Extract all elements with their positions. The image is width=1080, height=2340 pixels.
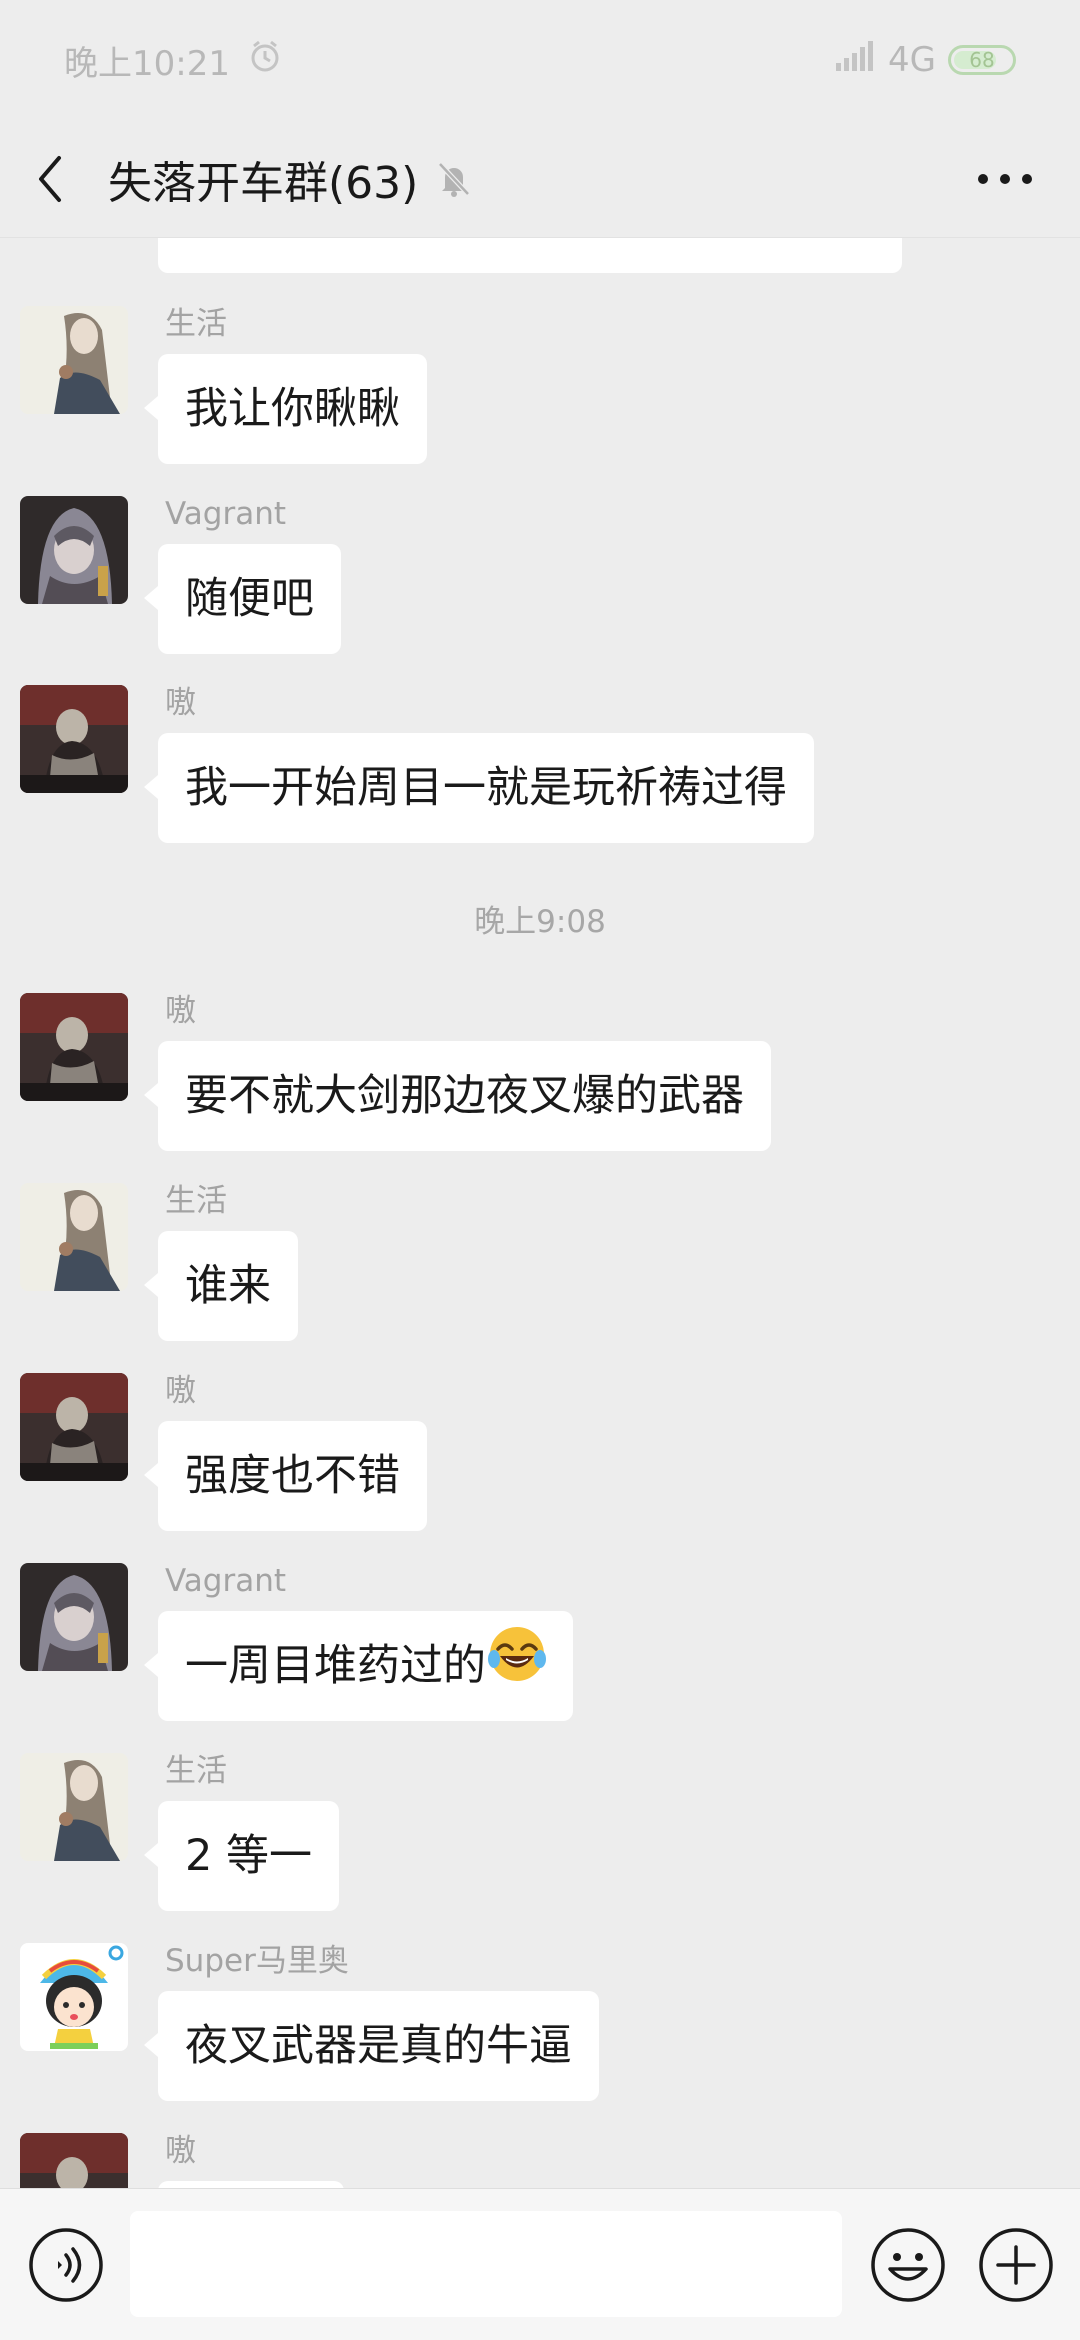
anime-girl-avatar[interactable] <box>20 1753 128 1861</box>
message-text: 强度也不错 <box>185 1451 400 1501</box>
sender-name: 生活 <box>165 1753 227 1789</box>
sender-name: Super马里奥 <box>165 1943 349 1979</box>
anime-girl-avatar[interactable] <box>20 306 128 414</box>
status-left: 晚上10:21 <box>64 36 282 85</box>
chat-title: 失落开车群(63) <box>108 157 419 209</box>
dark-warrior-avatar[interactable] <box>20 993 128 1101</box>
voice-button[interactable] <box>28 2227 104 2307</box>
message-bubble[interactable]: 要不就大剑那边夜叉爆的武器 <box>144 1041 771 1151</box>
hooded-knight-avatar[interactable] <box>20 1563 128 1671</box>
anime-girl-avatar[interactable] <box>20 1183 128 1291</box>
message-text: 谁来 <box>185 1261 271 1311</box>
status-bar: 晚上10:21 4G 68 <box>0 0 1080 120</box>
dark-warrior-avatar[interactable] <box>20 685 128 793</box>
sender-name: 嗷 <box>165 2133 196 2169</box>
chat-message-list[interactable]: 生活 我让你瞅瞅 Vagrant 随便吧 嗷 我一开始周目一就是玩祈祷过得 晚上… <box>0 238 1080 2188</box>
dark-warrior-avatar[interactable] <box>20 2133 128 2188</box>
message-input[interactable] <box>130 2211 842 2317</box>
sender-name: 生活 <box>165 1183 227 1219</box>
battery-icon: 68 <box>948 45 1016 75</box>
message-bubble[interactable]: 夜叉武器是真的牛逼 <box>144 1991 599 2101</box>
more-button[interactable] <box>960 120 1050 238</box>
battery-level: 68 <box>969 48 995 72</box>
message-bubble[interactable]: 我一开始周目一就是玩祈祷过得 <box>144 733 814 843</box>
message-bubble[interactable]: 强度也不错 <box>144 1421 427 1531</box>
message-bubble[interactable] <box>158 2181 344 2188</box>
cartoon-girl-avatar[interactable] <box>20 1943 128 2051</box>
status-right: 4G 68 <box>836 40 1016 80</box>
message-text: 要不就大剑那边夜叉爆的武器 <box>185 1071 744 1121</box>
sender-name: Vagrant <box>165 496 287 532</box>
message-text: 夜叉武器是真的牛逼 <box>185 2021 572 2071</box>
emoji-button[interactable] <box>870 2227 946 2307</box>
message-text: 2 等一 <box>185 1831 313 1881</box>
message-bubble[interactable]: 我让你瞅瞅 <box>144 354 427 464</box>
plus-icon <box>979 2228 1053 2302</box>
sender-name: 嗷 <box>165 993 196 1029</box>
message-text: 我让你瞅瞅 <box>185 384 400 434</box>
alarm-icon <box>248 39 282 82</box>
emoji-icon <box>871 2228 945 2302</box>
status-time: 晚上10:21 <box>64 43 230 84</box>
message-text: 我一开始周目一就是玩祈祷过得 <box>185 763 787 813</box>
sender-name: Vagrant <box>165 1563 287 1599</box>
voice-icon <box>29 2228 103 2302</box>
back-button[interactable] <box>0 120 100 238</box>
sender-name: 生活 <box>165 306 227 342</box>
dark-warrior-avatar[interactable] <box>20 1373 128 1481</box>
signal-icon <box>836 40 876 80</box>
message-bubble[interactable]: 谁来 <box>144 1231 298 1341</box>
message-text: 一周目堆药过的 <box>185 1641 486 1691</box>
hooded-knight-avatar[interactable] <box>20 496 128 604</box>
laughing-tears-emoji-icon <box>488 1614 546 1724</box>
message-bubble[interactable]: 随便吧 <box>144 544 341 654</box>
input-bar <box>0 2188 1080 2340</box>
timestamp-divider: 晚上9:08 <box>474 904 606 940</box>
back-arrow-icon <box>39 155 61 202</box>
partial-message-bubble[interactable] <box>158 238 902 273</box>
sender-name: 嗷 <box>165 685 196 721</box>
wechat-group-chat-screen: 晚上10:21 4G 68 失落开车群(63) 生活 我让你瞅瞅 Vagrant… <box>0 0 1080 2340</box>
message-bubble[interactable]: 一周目堆药过的 <box>144 1611 573 1724</box>
message-bubble[interactable]: 2 等一 <box>143 1801 340 1911</box>
more-functions-button[interactable] <box>978 2227 1054 2307</box>
sender-name: 嗷 <box>165 1373 196 1409</box>
message-text: 随便吧 <box>185 574 314 624</box>
nav-bar: 失落开车群(63) <box>0 120 1080 238</box>
mute-bell-icon <box>436 160 472 198</box>
network-type: 4G <box>888 40 936 80</box>
more-icon <box>978 174 1032 184</box>
